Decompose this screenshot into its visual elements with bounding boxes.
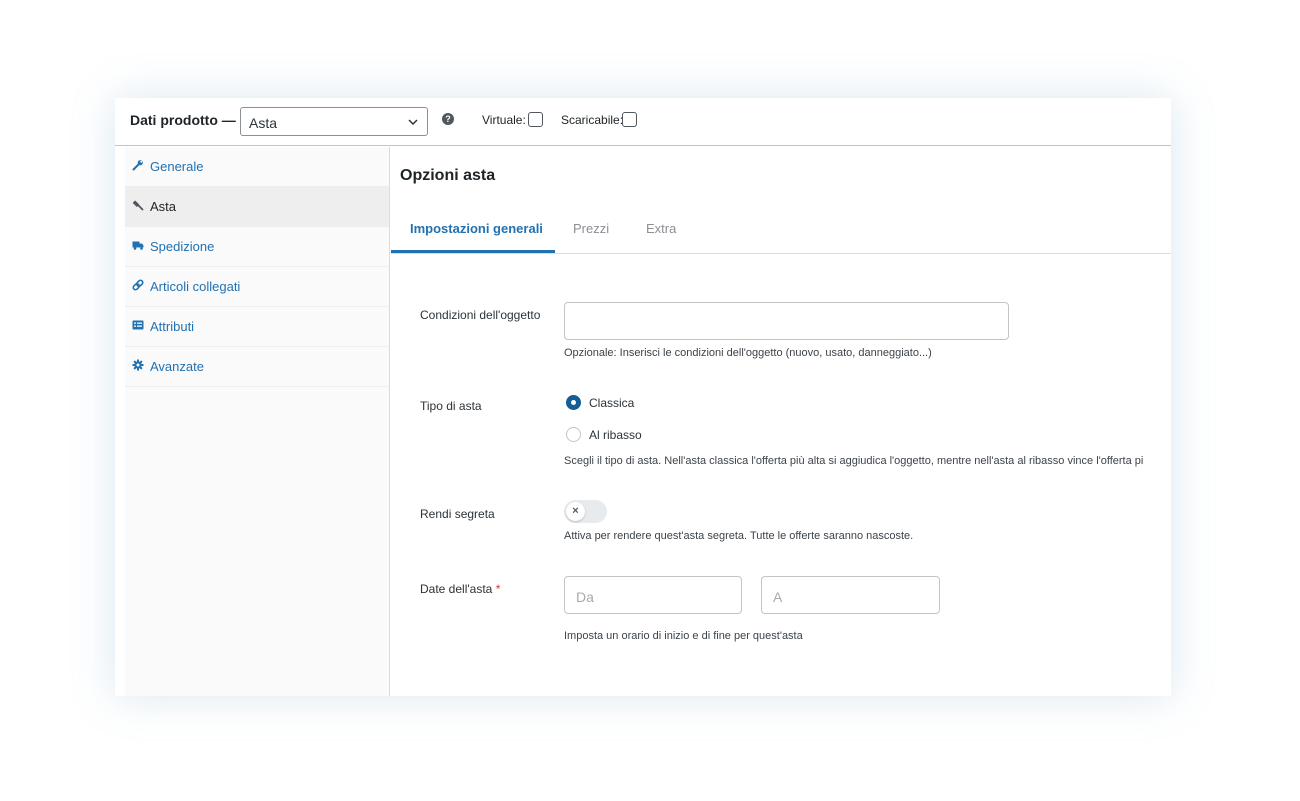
auction-type-help: Scegli il tipo di asta. Nell'asta classi…	[564, 455, 1144, 467]
chevron-down-icon	[408, 119, 418, 126]
downloadable-label: Scaricabile:	[561, 113, 624, 127]
panel-header: Dati prodotto — Asta ? Virtuale: Scarica…	[115, 98, 1171, 146]
sidebar-item-label: Attributi	[150, 319, 195, 334]
radio-classica[interactable]	[566, 395, 581, 410]
active-tab-indicator	[391, 250, 555, 253]
sidebar-item-label: Avanzate	[150, 359, 204, 374]
date-from-placeholder: Da	[576, 589, 594, 605]
auction-type-label: Tipo di asta	[420, 399, 482, 413]
sidebar-item-spedizione[interactable]: Spedizione	[125, 227, 389, 267]
wrench-icon	[132, 160, 143, 171]
secret-help: Attiva per rendere quest'asta segreta. T…	[564, 530, 914, 542]
sidebar-item-asta[interactable]: Asta	[125, 187, 389, 227]
virtual-checkbox[interactable]	[528, 112, 543, 127]
virtual-label: Virtuale:	[482, 113, 526, 127]
gear-icon	[132, 359, 144, 371]
tab-impostazioni-generali[interactable]: Impostazioni generali	[410, 221, 543, 236]
product-data-tabs: Generale Asta Spedizione Articoli colleg…	[125, 147, 390, 696]
product-data-panel: Dati prodotto — Asta ? Virtuale: Scarica…	[115, 98, 1171, 696]
gavel-icon	[132, 200, 144, 211]
sidebar-item-label: Spedizione	[150, 239, 215, 254]
downloadable-checkbox[interactable]	[622, 112, 637, 127]
conditions-label: Condizioni dell'oggetto	[420, 308, 541, 322]
product-type-select[interactable]: Asta	[240, 107, 428, 136]
section-title: Opzioni asta	[400, 167, 496, 184]
truck-icon	[132, 241, 144, 250]
date-to-placeholder: A	[773, 589, 783, 605]
dates-label-text: Date dell'asta	[420, 582, 493, 596]
tab-prezzi[interactable]: Prezzi	[573, 221, 609, 236]
conditions-help: Opzionale: Inserisci le condizioni dell'…	[564, 347, 932, 359]
sidebar-item-articoli-collegati[interactable]: Articoli collegati	[125, 267, 389, 307]
tab-extra[interactable]: Extra	[646, 221, 676, 236]
radio-al-ribasso-label: Al ribasso	[589, 428, 642, 442]
sidebar-item-avanzate[interactable]: Avanzate	[125, 347, 389, 387]
required-mark: *	[495, 582, 501, 596]
sidebar-item-generale[interactable]: Generale	[125, 147, 389, 187]
dates-help: Imposta un orario di inizio e di fine pe…	[564, 630, 803, 642]
radio-al-ribasso[interactable]	[566, 427, 581, 442]
close-icon: ×	[566, 502, 585, 521]
conditions-input[interactable]	[564, 302, 1009, 340]
sidebar-item-label: Articoli collegati	[150, 279, 241, 294]
sidebar-item-attributi[interactable]: Attributi	[125, 307, 389, 347]
radio-classica-label: Classica	[589, 396, 635, 410]
secret-label: Rendi segreta	[420, 507, 495, 521]
dates-label: Date dell'asta *	[420, 582, 500, 596]
panel-title: Dati prodotto —	[130, 112, 236, 128]
product-type-value: Asta	[249, 115, 278, 131]
date-from-input[interactable]: Da	[564, 576, 742, 614]
sidebar-item-label: Generale	[150, 159, 204, 174]
auction-options-panel: Opzioni asta Impostazioni generali Prezz…	[391, 147, 1171, 696]
date-to-input[interactable]: A	[761, 576, 940, 614]
tab-bar: Impostazioni generali Prezzi Extra	[391, 210, 1171, 254]
secret-toggle[interactable]: ×	[564, 500, 607, 523]
list-icon	[132, 320, 144, 330]
link-icon	[132, 279, 144, 291]
help-icon[interactable]: ?	[442, 113, 454, 125]
sidebar-item-label: Asta	[150, 199, 177, 214]
